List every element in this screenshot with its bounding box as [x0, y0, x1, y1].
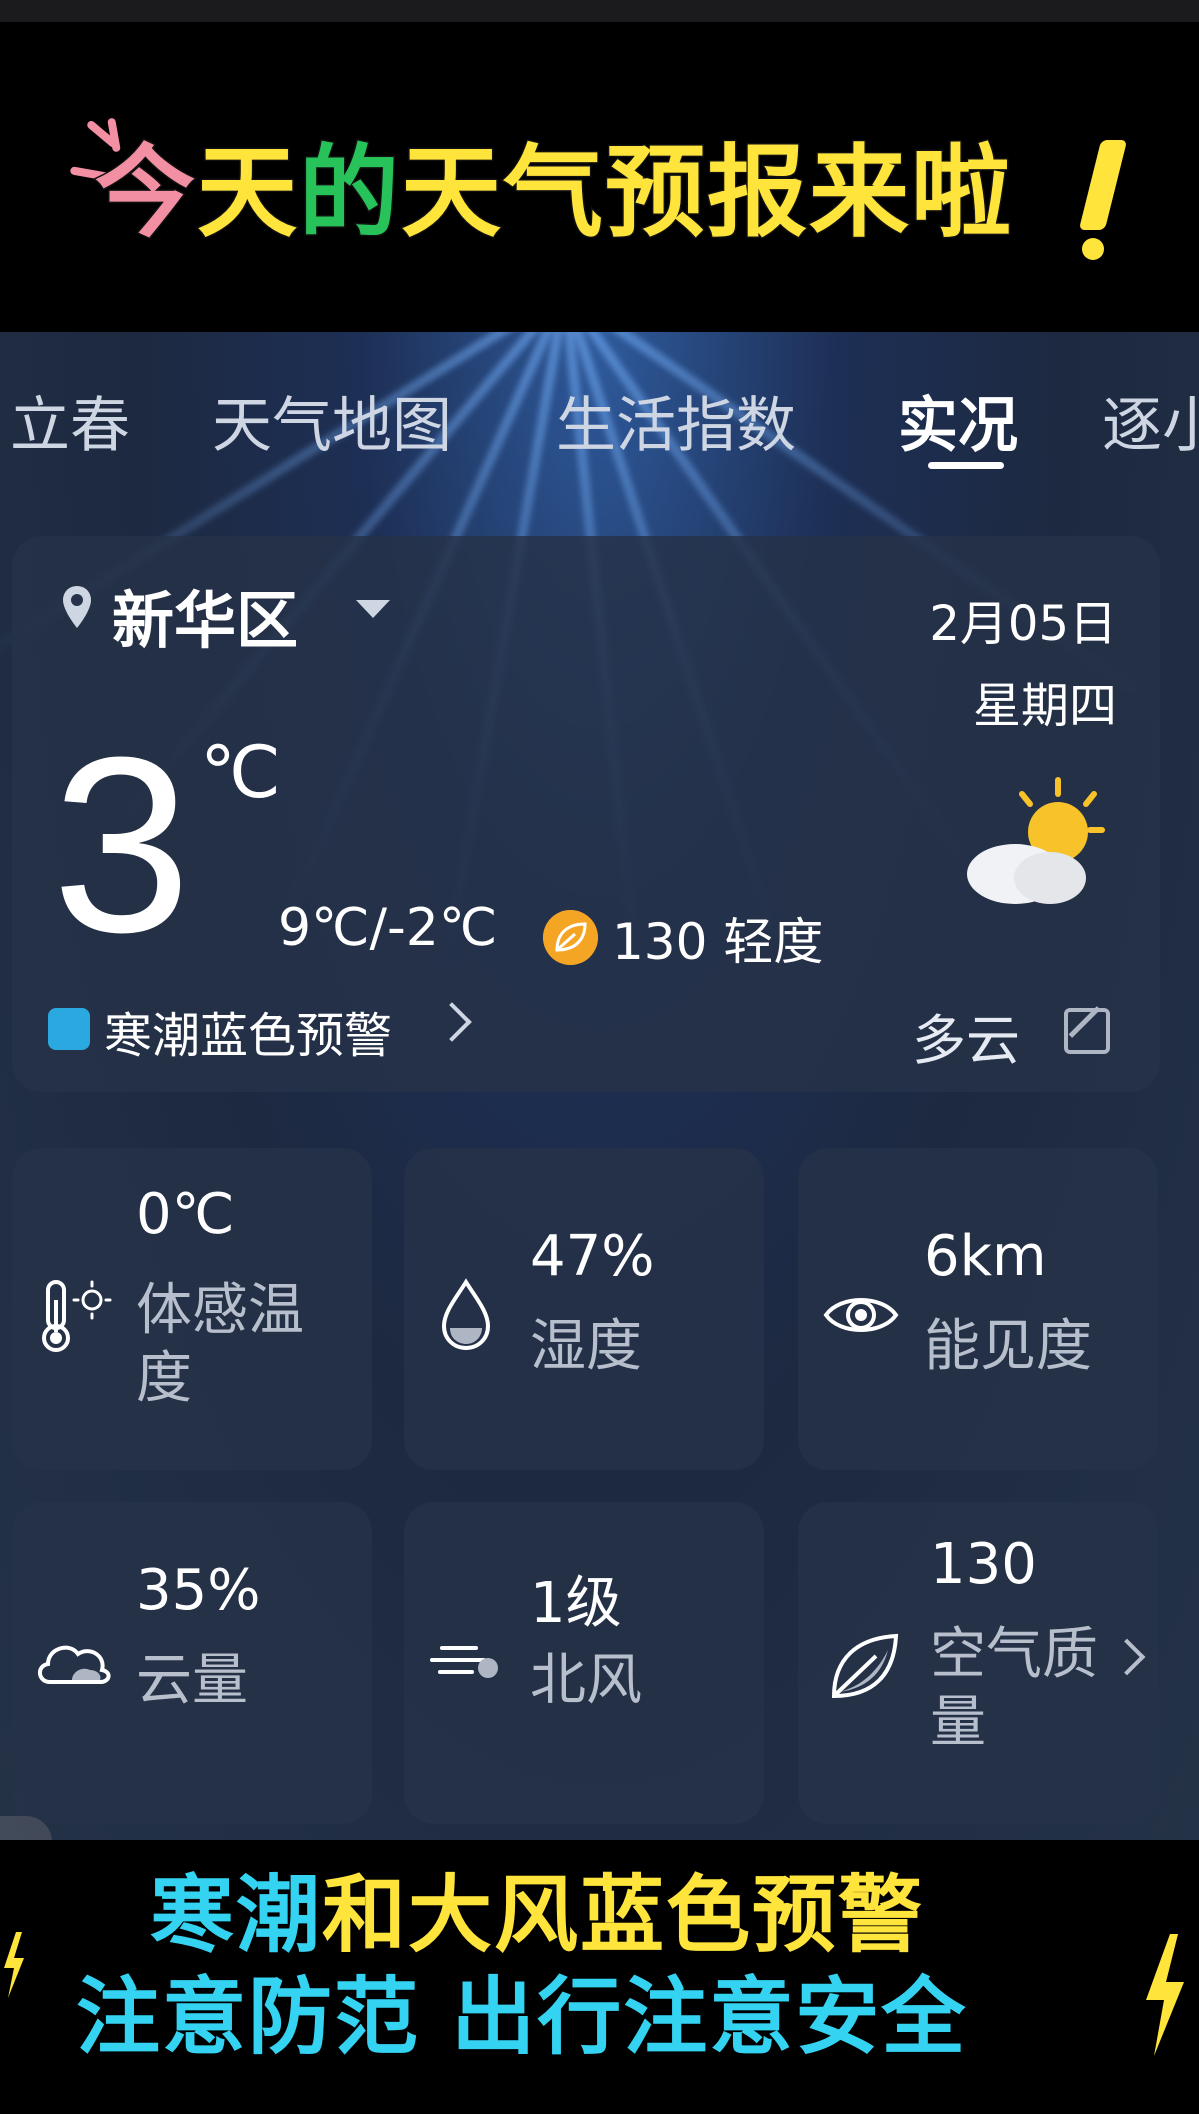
lightning-bolt-icon — [4, 1932, 24, 1998]
tab-live[interactable]: 实况 — [898, 377, 1018, 464]
warning-text[interactable]: 寒潮蓝色预警 — [104, 996, 392, 1066]
air-quality-label-line2: 量 — [930, 1690, 986, 1755]
top-strip — [0, 0, 1199, 22]
cloud-icon — [38, 1645, 111, 1684]
thermometer-sun-icon — [42, 1280, 112, 1352]
feels-like-label-line2: 度 — [136, 1346, 192, 1411]
air-quality-value: 130 — [930, 1532, 1037, 1597]
feels-like-value: 0℃ — [136, 1182, 235, 1247]
warning-badge-icon — [48, 1008, 90, 1050]
visibility-value: 6km — [924, 1224, 1047, 1289]
current-weekday: 星期四 — [972, 678, 1117, 734]
caption-title-part: 天 — [196, 134, 299, 251]
exclamation-dot-decoration — [1082, 238, 1104, 260]
tab-lichun[interactable]: 立春 — [10, 377, 130, 464]
cloud-cover-label: 云量 — [136, 1648, 248, 1713]
caption-title-part: 天气预报来啦 — [400, 134, 1013, 251]
feels-like-label: 体感温 — [136, 1278, 304, 1343]
wind-icon — [430, 1646, 498, 1678]
tab-weather-map[interactable]: 天气地图 — [212, 377, 452, 464]
caption-line-2-text: 注意防范 出行注意安全 — [74, 1966, 968, 2068]
tab-life-index[interactable]: 生活指数 — [556, 377, 796, 464]
water-drop-icon — [441, 1278, 491, 1351]
air-quality-label: 空气质 — [930, 1622, 1098, 1687]
current-date: 2月05日 — [929, 596, 1117, 652]
location-name[interactable]: 新华区 — [112, 570, 298, 660]
visibility-label: 能见度 — [924, 1314, 1092, 1379]
caption-title: 今天的天气预报来啦 — [94, 136, 1013, 249]
caption-title-part: 今 — [94, 134, 197, 251]
tab-hourly[interactable]: 逐小 — [1102, 377, 1199, 464]
wind-direction-label: 北风 — [530, 1648, 642, 1713]
location-dropdown-icon[interactable] — [356, 600, 390, 618]
cloud-cover-value: 35% — [136, 1558, 261, 1623]
temperature-unit: ℃ — [200, 730, 281, 814]
leaf-icon — [831, 1633, 899, 1699]
edit-icon[interactable] — [1064, 1008, 1110, 1054]
temperature-range: 9℃/-2℃ — [278, 898, 498, 958]
eye-icon — [823, 1298, 899, 1332]
lightning-bolt-icon — [1146, 1934, 1184, 2056]
weather-app-screen: 立春 天气地图 生活指数 实况 逐小 新华区 2月05日 星期四 3 ℃ 9℃/… — [0, 332, 1199, 1840]
location-pin-icon — [63, 586, 91, 628]
current-temperature: 3 — [52, 705, 192, 984]
partly-cloudy-icon — [967, 777, 1105, 904]
caption-title-part: 的 — [298, 134, 401, 251]
weather-condition: 多云 — [912, 1009, 1020, 1072]
caption-line-2: 注意防范 出行注意安全 — [74, 1950, 968, 2071]
aqi-value[interactable]: 130 轻度 — [612, 902, 823, 974]
tab-bar: 立春 天气地图 生活指数 实况 逐小 — [0, 332, 1199, 472]
aqi-leaf-icon — [543, 910, 598, 965]
wind-level-value: 1级 — [530, 1571, 622, 1636]
humidity-label: 湿度 — [530, 1314, 642, 1379]
active-tab-indicator — [928, 462, 1004, 469]
humidity-value: 47% — [530, 1224, 655, 1289]
